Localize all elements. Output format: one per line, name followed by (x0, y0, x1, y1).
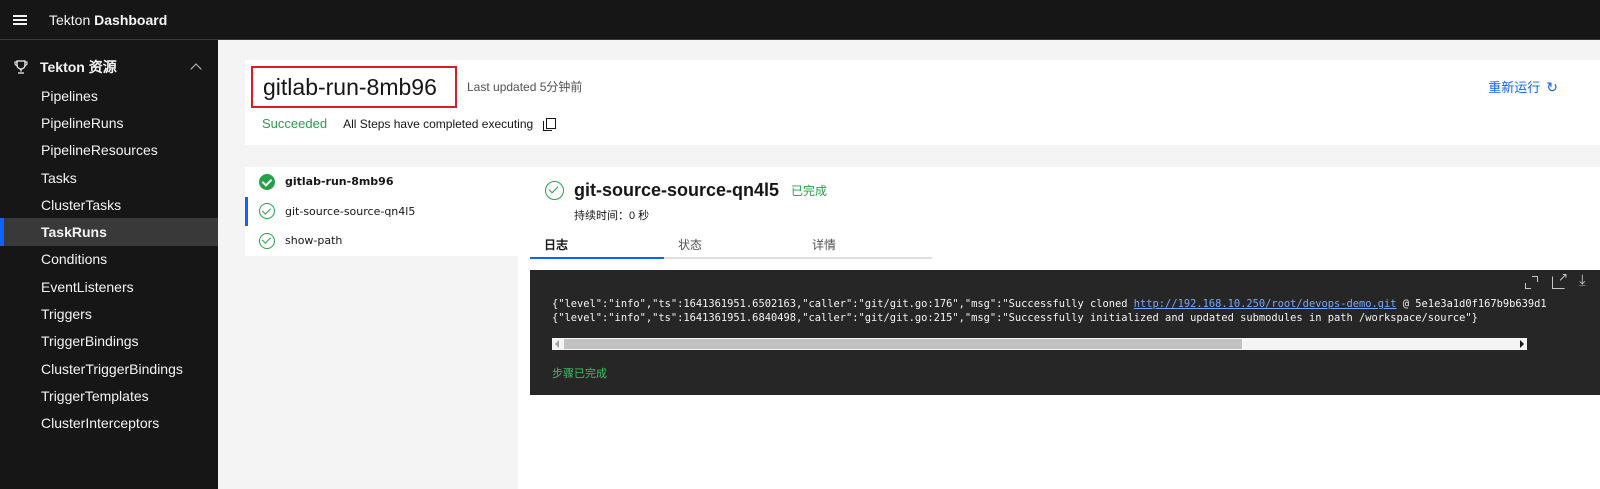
task-tree-list: gitlab-run-8mb96 git-source-source-qn4l5… (245, 167, 523, 256)
status-message: All Steps have completed executing (343, 116, 534, 131)
sidebar-item-pipelines[interactable]: Pipelines (0, 82, 218, 109)
log-horizontal-scrollbar[interactable] (552, 338, 1527, 350)
tab-details[interactable]: 详情 (798, 231, 932, 259)
rerun-label: 重新运行 (1488, 80, 1541, 95)
run-status: Succeeded All Steps have completed execu… (262, 116, 557, 131)
task-label: gitlab-run-8mb96 (285, 175, 394, 189)
refresh-icon: ↻ (1546, 78, 1558, 95)
log-line: {"level":"info","ts":1641361951.6502163,… (552, 298, 1572, 312)
sidebar-item-triggerbindings[interactable]: TriggerBindings (0, 328, 218, 355)
sidebar-item-pipelineruns[interactable]: PipelineRuns (0, 109, 218, 136)
scroll-thumb[interactable] (564, 339, 1242, 349)
checkmark-filled-icon (259, 173, 275, 190)
sidebar-item-conditions[interactable]: Conditions (0, 246, 218, 273)
step-label: show-path (285, 234, 343, 248)
copy-icon[interactable] (543, 117, 557, 131)
scroll-left-icon[interactable] (555, 340, 559, 348)
main-content: gitlab-run-8mb96 Last updated 5分钟前 重新运行 … (218, 40, 1600, 489)
log-line-1-suffix: @ 5e1e3a1d0f167b9b639d1 (1396, 298, 1547, 310)
sidebar-item-taskruns[interactable]: TaskRuns (0, 218, 218, 247)
step-complete-message: 步骤已完成 (552, 368, 607, 380)
log-line: {"level":"info","ts":1641361951.6840498,… (552, 311, 1478, 324)
task-tree: gitlab-run-8mb96 git-source-source-qn4l5… (245, 167, 523, 489)
sidebar-item-clustertriggerbindings[interactable]: ClusterTriggerBindings (0, 355, 218, 382)
log-repo-link[interactable]: http://192.168.10.250/root/devops-demo.g… (1134, 298, 1397, 310)
sidebar-item-triggertemplates[interactable]: TriggerTemplates (0, 382, 218, 409)
status-text: Succeeded (262, 116, 328, 131)
task-tree-item-step-git-source[interactable]: git-source-source-qn4l5 (245, 196, 523, 227)
sidebar-item-eventlisteners[interactable]: EventListeners (0, 273, 218, 300)
brand-prefix: Tekton (49, 11, 91, 28)
sidebar-item-pipelineresources[interactable]: PipelineResources (0, 137, 218, 164)
step-label: git-source-source-qn4l5 (285, 204, 416, 218)
sidebar-list: Pipelines PipelineRuns PipelineResources… (0, 82, 218, 437)
page-title: gitlab-run-8mb96 (263, 73, 437, 100)
log-line-1-text: {"level":"info","ts":1641361951.6502163,… (552, 298, 1134, 310)
sidebar-section-tekton-resources[interactable]: Tekton 资源 (0, 54, 218, 80)
sidebar-item-triggers[interactable]: Triggers (0, 300, 218, 327)
task-tree-item-step-show-path[interactable]: show-path (245, 226, 523, 256)
step-details: git-source-source-qn4l5 已完成 持续时间：0 秒 日志 … (518, 167, 1600, 489)
step-title: git-source-source-qn4l5 (574, 180, 780, 200)
sidebar-section-label: Tekton 资源 (40, 59, 117, 75)
last-updated: Last updated 5分钟前 (467, 80, 583, 94)
log-lines: {"level":"info","ts":1641361951.6502163,… (552, 298, 1572, 325)
log-toolbar (1525, 270, 1592, 289)
log-viewer: {"level":"info","ts":1641361951.6502163,… (530, 270, 1600, 395)
tab-logs[interactable]: 日志 (530, 231, 664, 259)
checkmark-outline-icon (259, 203, 275, 220)
app-brand[interactable]: Tekton Dashboard (49, 12, 167, 28)
run-title-highlight: gitlab-run-8mb96 (251, 66, 457, 108)
checkmark-outline-icon (259, 232, 275, 249)
tab-status[interactable]: 状态 (664, 231, 798, 259)
sidebar-item-clustertasks[interactable]: ClusterTasks (0, 191, 218, 218)
download-icon[interactable] (1579, 272, 1592, 289)
trophy-icon (14, 60, 28, 74)
sidebar-item-tasks[interactable]: Tasks (0, 164, 218, 191)
maximize-icon[interactable] (1525, 276, 1538, 289)
step-duration: 持续时间：0 秒 (574, 210, 650, 222)
run-header: gitlab-run-8mb96 Last updated 5分钟前 重新运行 … (245, 60, 1600, 145)
chevron-up-icon (190, 63, 202, 75)
step-tabs: 日志 状态 详情 (530, 231, 932, 259)
top-header: Tekton Dashboard (0, 0, 1600, 40)
launch-icon[interactable] (1552, 270, 1568, 289)
rerun-button[interactable]: 重新运行 ↻ (1488, 77, 1558, 96)
step-title-row: git-source-source-qn4l5 已完成 (545, 180, 827, 201)
step-status-badge: 已完成 (791, 184, 828, 198)
scroll-right-icon[interactable] (1520, 340, 1524, 348)
sidebar: Tekton 资源 Pipelines PipelineRuns Pipelin… (0, 40, 218, 489)
brand-name: Dashboard (94, 11, 168, 28)
sidebar-item-clusterinterceptors[interactable]: ClusterInterceptors (0, 410, 218, 437)
task-tree-item-task[interactable]: gitlab-run-8mb96 (245, 167, 523, 197)
checkmark-outline-icon (545, 181, 564, 200)
menu-icon[interactable] (0, 0, 40, 40)
